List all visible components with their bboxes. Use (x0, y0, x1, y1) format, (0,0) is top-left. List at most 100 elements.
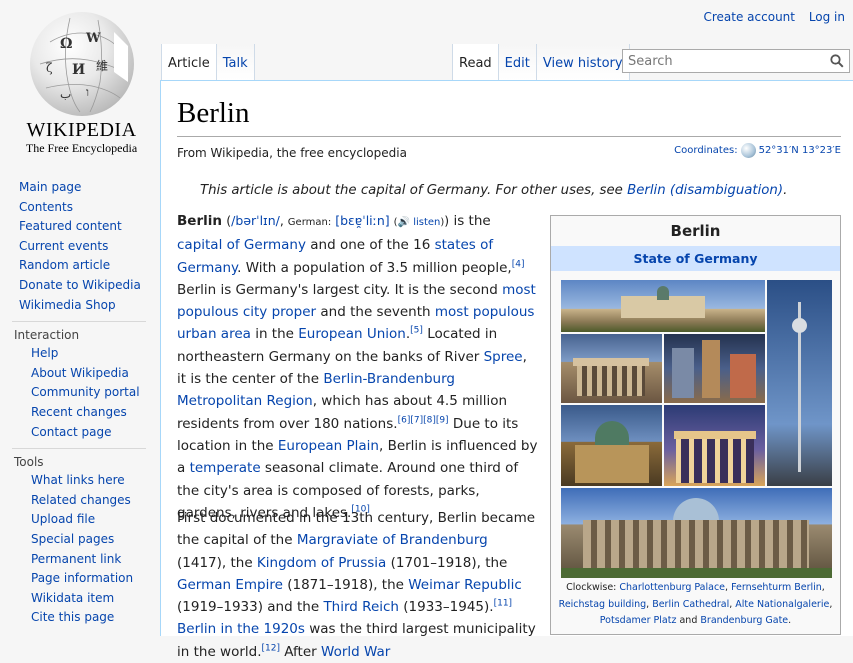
search-input[interactable] (623, 50, 823, 73)
caption-link-alte-nationalgalerie[interactable]: Alte Nationalgalerie (735, 599, 829, 610)
speaker-icon[interactable]: 🔊 (398, 217, 410, 228)
nav-cite-this-page[interactable]: Cite this page (31, 608, 146, 628)
tab-read[interactable]: Read (452, 44, 498, 80)
article-content: Berlin From Wikipedia, the free encyclop… (160, 80, 853, 660)
ref-12[interactable]: [12] (262, 643, 280, 653)
link-weimar-republic[interactable]: Weimar Republic (408, 577, 522, 593)
caption-and: and (679, 615, 698, 627)
photo-potsdamer-platz[interactable] (664, 334, 765, 403)
nav-random-article[interactable]: Random article (19, 256, 160, 276)
ref-6-9[interactable]: [6][7][8][9] (398, 415, 449, 425)
link-temperate[interactable]: temperate (190, 460, 261, 476)
caption-link-fernsehturm[interactable]: Fernsehturm Berlin (731, 582, 822, 593)
ref-11[interactable]: [11] (494, 599, 512, 609)
nav-featured-content[interactable]: Featured content (19, 217, 160, 237)
nav-wikidata-item[interactable]: Wikidata item (31, 589, 146, 609)
hatnote-disambiguation-link[interactable]: Berlin (disambiguation) (627, 183, 783, 198)
tab-edit[interactable]: Edit (497, 44, 536, 80)
svg-text:ζ: ζ (46, 61, 53, 75)
caption-link-reichstag[interactable]: Reichstag building (559, 599, 647, 610)
link-berlin-1920s[interactable]: Berlin in the 1920s (177, 621, 305, 637)
photo-reichstag-building[interactable] (561, 488, 832, 578)
interaction-portal: Interaction Help About Wikipedia Communi… (12, 321, 146, 442)
ipa-german[interactable]: [bɛɐ̯ˈliːn] (335, 213, 389, 228)
sidebar: Main page Contents Featured content Curr… (0, 178, 160, 628)
nav-donate[interactable]: Donate to Wikipedia (19, 276, 160, 296)
search-box (622, 49, 850, 73)
svg-text:ו: ו (86, 85, 89, 99)
coordinates: Coordinates: 52°31′N 13°23′E (674, 143, 841, 158)
photo-fernsehturm-berlin[interactable] (767, 280, 832, 486)
link-third-reich[interactable]: Third Reich (323, 599, 399, 615)
listen-link[interactable]: listen (413, 217, 440, 228)
infobox-caption: Clockwise: Charlottenburg Palace, Fernse… (558, 582, 833, 627)
tab-article[interactable]: Article (161, 44, 216, 80)
create-account-link[interactable]: Create account (703, 10, 795, 24)
nav-upload-file[interactable]: Upload file (31, 510, 146, 530)
page-title: Berlin (177, 97, 250, 129)
coordinates-value[interactable]: 52°31′N 13°23′E (759, 145, 841, 156)
site-sub: From Wikipedia, the free encyclopedia (177, 146, 407, 160)
svg-text:ب: ب (60, 87, 71, 101)
caption-link-charlottenburg[interactable]: Charlottenburg Palace (619, 582, 725, 593)
infobox: Berlin State of Germany Clockwise: Charl… (550, 215, 841, 635)
link-margraviate[interactable]: Margraviate of Brandenburg (297, 532, 488, 548)
nav-page-information[interactable]: Page information (31, 569, 146, 589)
nav-community-portal[interactable]: Community portal (31, 383, 146, 403)
nav-contact-page[interactable]: Contact page (31, 423, 146, 443)
nav-related-changes[interactable]: Related changes (31, 491, 146, 511)
coordinates-label[interactable]: Coordinates: (674, 145, 737, 156)
nav-contents[interactable]: Contents (19, 198, 160, 218)
hatnote-text: This article is about the capital of Ger… (200, 183, 628, 198)
main-navigation: Main page Contents Featured content Curr… (0, 178, 160, 315)
nav-wikimedia-shop[interactable]: Wikimedia Shop (19, 296, 160, 316)
caption-link-potsdamer-platz[interactable]: Potsdamer Platz (600, 615, 677, 626)
login-link[interactable]: Log in (809, 10, 845, 24)
nav-recent-changes[interactable]: Recent changes (31, 403, 146, 423)
logo-tagline: The Free Encyclopedia (25, 141, 138, 155)
link-spree[interactable]: Spree (484, 349, 523, 365)
caption-link-brandenburg-gate[interactable]: Brandenburg Gate (700, 615, 788, 626)
search-icon[interactable] (830, 54, 844, 68)
tab-view-history[interactable]: View history (535, 44, 630, 80)
wikipedia-logo[interactable]: Ω W ζ И 維 ب ו WIKIPEDIA The Free Encyclo… (14, 12, 149, 156)
infobox-title: Berlin (670, 222, 721, 240)
link-world-war[interactable]: World War (321, 644, 390, 660)
photo-brandenburg-gate[interactable] (664, 405, 765, 486)
ipa-english[interactable]: /bərˈlɪn/ (231, 213, 280, 228)
nav-main-page[interactable]: Main page (19, 178, 160, 198)
nav-current-events[interactable]: Current events (19, 237, 160, 257)
caption-link-cathedral[interactable]: Berlin Cathedral (652, 599, 729, 610)
nav-what-links-here[interactable]: What links here (31, 471, 146, 491)
namespace-tabs: Article Talk (161, 44, 255, 80)
nav-permanent-link[interactable]: Permanent link (31, 550, 146, 570)
photo-alte-nationalgalerie[interactable] (561, 334, 662, 403)
tab-talk[interactable]: Talk (215, 44, 255, 80)
link-berlin-brandenburg[interactable]: Berlin-Brandenburg Metropolitan Region (177, 371, 455, 409)
nav-help[interactable]: Help (31, 344, 146, 364)
photo-charlottenburg-palace[interactable] (561, 280, 765, 332)
link-european-union[interactable]: European Union (298, 326, 406, 342)
link-european-plain[interactable]: European Plain (278, 438, 379, 454)
history-paragraph: First documented in the 13th century, Be… (177, 510, 536, 660)
svg-text:維: 維 (96, 59, 108, 73)
ref-5[interactable]: [5] (410, 326, 423, 336)
ref-4[interactable]: [4] (512, 259, 525, 269)
photo-berlin-cathedral[interactable] (561, 405, 662, 486)
tools-portal: Tools What links here Related changes Up… (12, 448, 146, 628)
personal-tools: Create account Log in (693, 10, 845, 24)
nav-about-wikipedia[interactable]: About Wikipedia (31, 364, 146, 384)
link-capital[interactable]: capital of Germany (177, 237, 306, 253)
caption-lead: Clockwise: (566, 582, 620, 593)
lead-paragraph: Berlin (/bərˈlɪn/, German: [bɛɐ̯ˈliːn] (… (177, 213, 538, 521)
infobox-montage[interactable] (561, 280, 832, 578)
globe-icon[interactable] (740, 143, 756, 158)
tools-heading: Tools (14, 455, 44, 470)
logo-wordmark: WIKIPEDIA (26, 119, 137, 141)
nav-special-pages[interactable]: Special pages (31, 530, 146, 550)
hatnote-end: . (783, 183, 788, 198)
link-german-empire[interactable]: German Empire (177, 577, 283, 593)
svg-text:Ω: Ω (60, 36, 72, 52)
infobox-subtitle[interactable]: State of Germany (551, 246, 840, 271)
link-kingdom-of-prussia[interactable]: Kingdom of Prussia (257, 555, 386, 571)
